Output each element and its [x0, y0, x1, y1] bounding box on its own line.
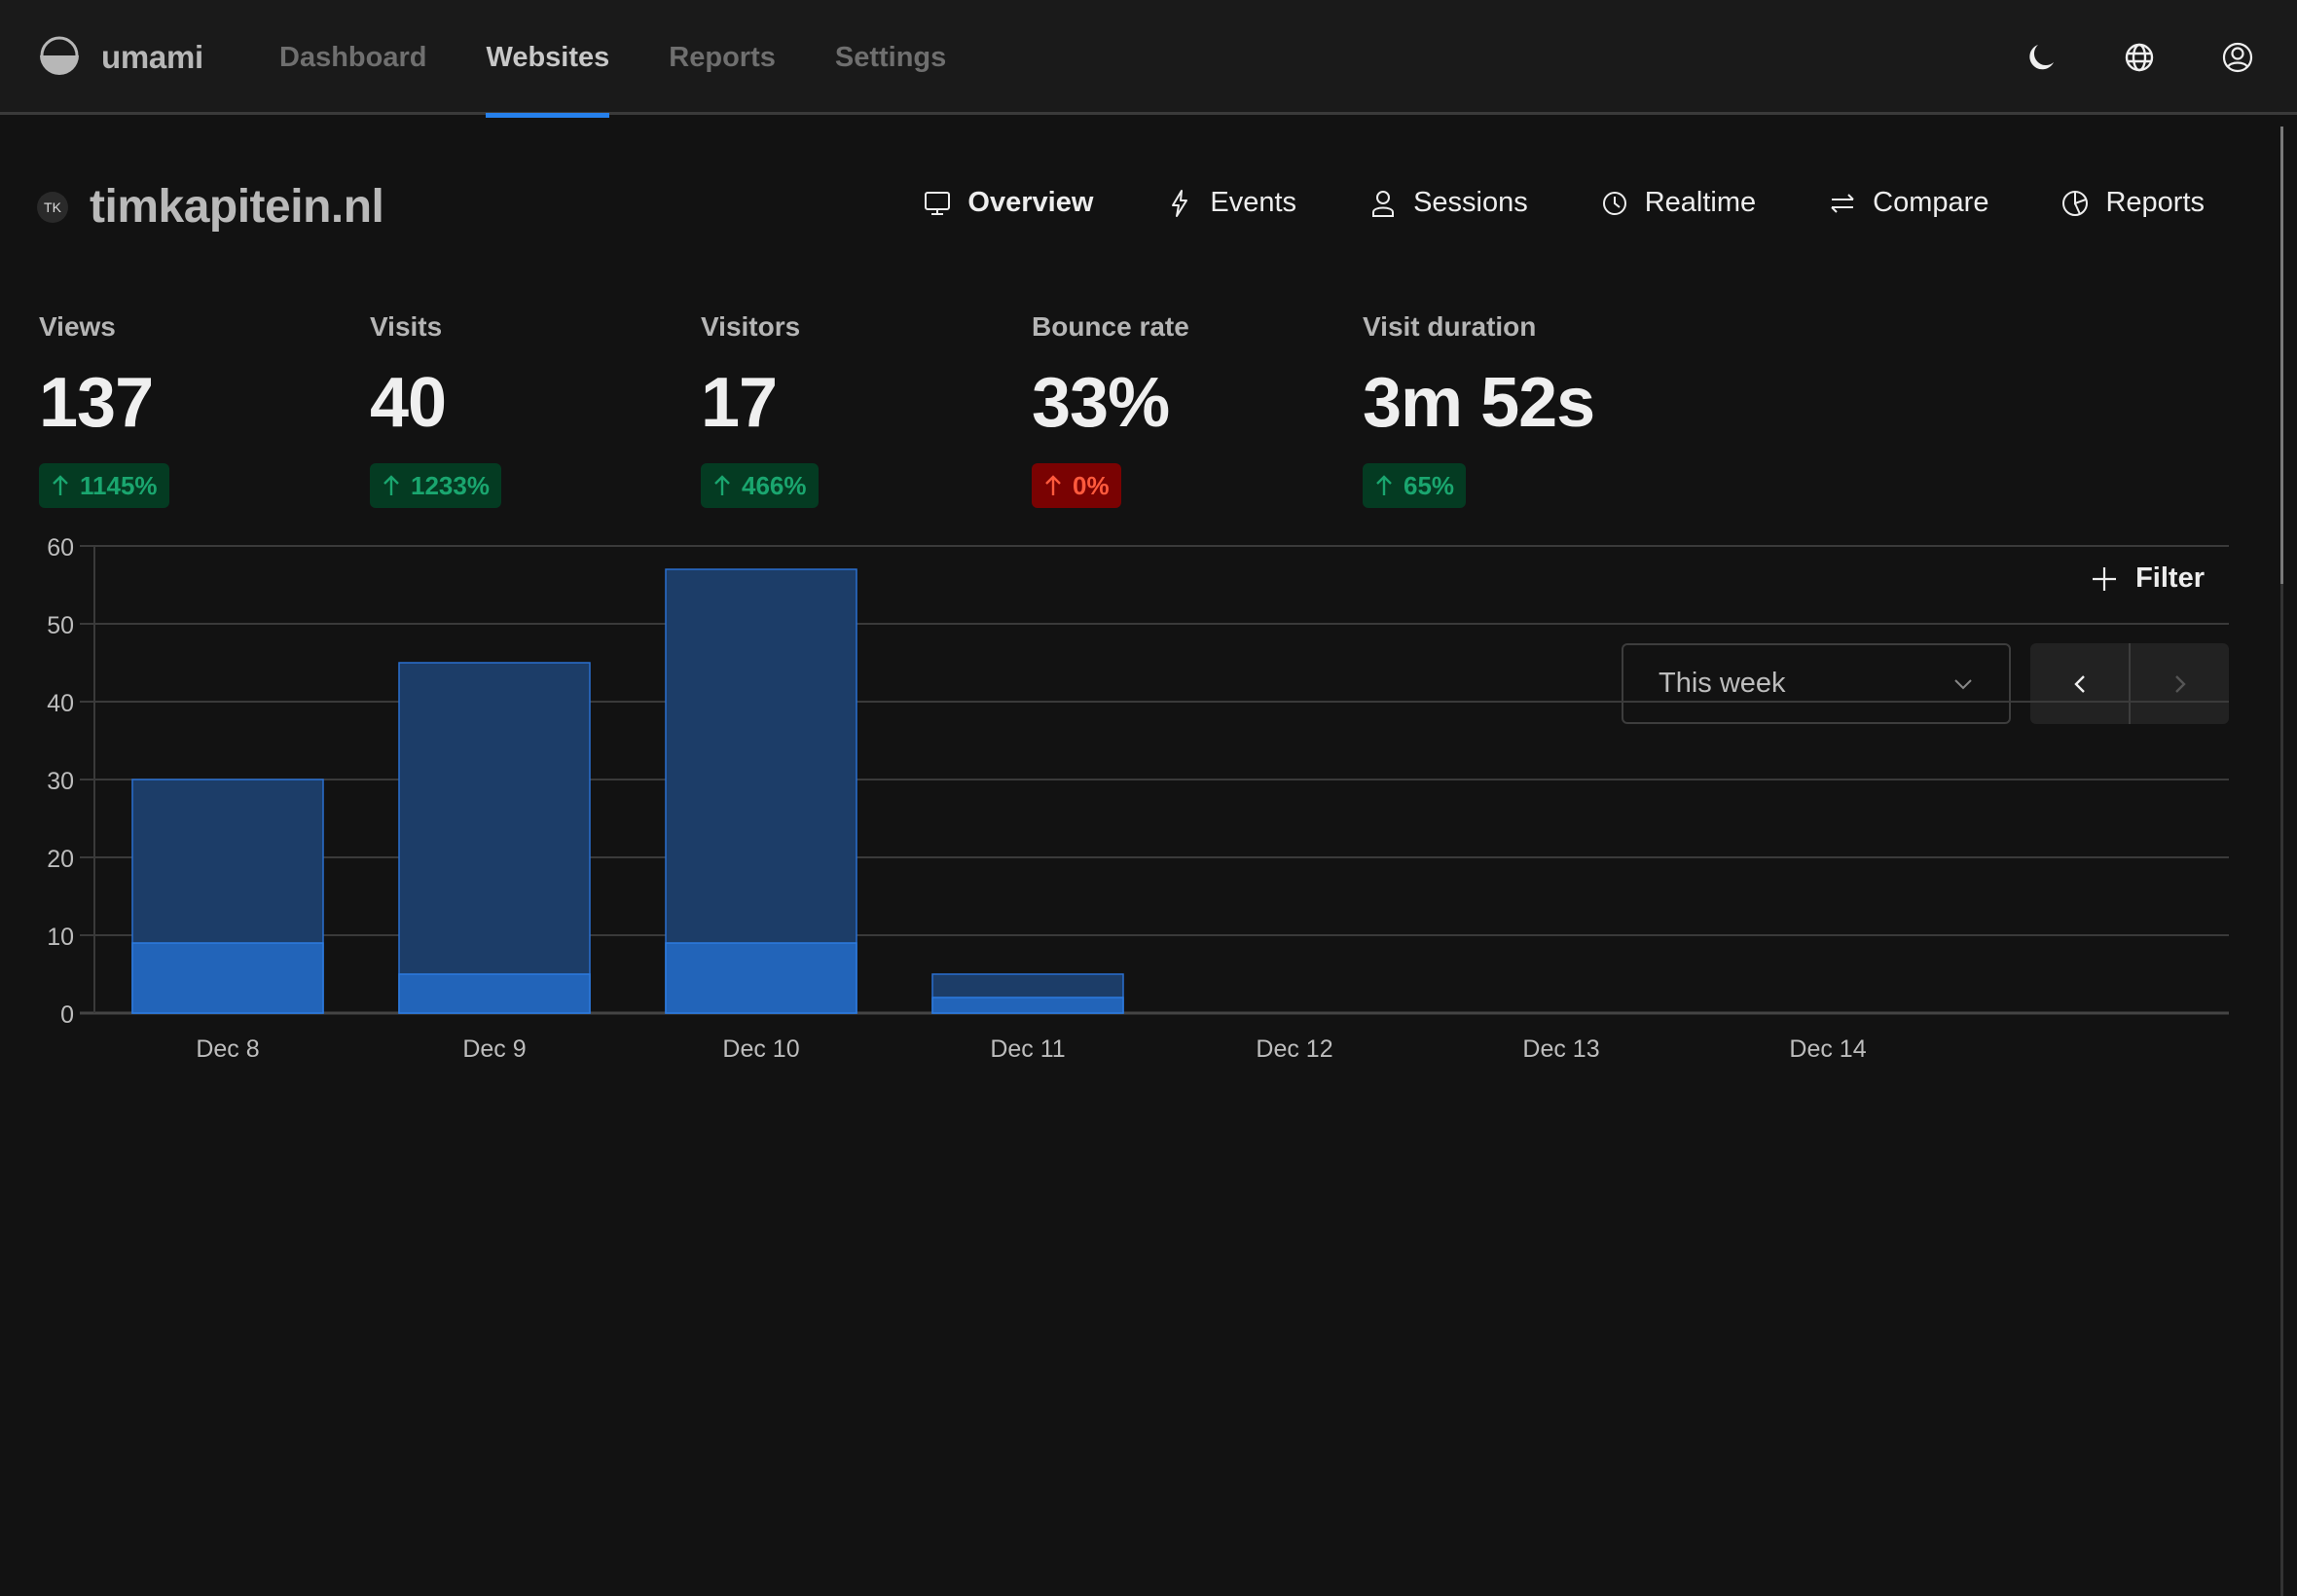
x-tick-label: Dec 10: [722, 1035, 799, 1063]
user-icon: [1372, 190, 1395, 217]
x-tick-label: Dec 14: [1789, 1035, 1866, 1063]
metric-value: 33%: [1032, 364, 1170, 442]
nav-websites[interactable]: Websites: [486, 0, 609, 118]
chart-bars: [131, 568, 1124, 1014]
metric-bounce-rate: Bounce rate 33% 0%: [1032, 311, 1363, 508]
metric-label: Views: [39, 311, 116, 342]
change-value: 466%: [742, 470, 807, 500]
arrow-up-icon: [383, 475, 399, 495]
website-name: timkapitein.nl: [90, 181, 384, 233]
bar-visitors: [398, 973, 591, 1014]
change-badge: 1145%: [39, 463, 169, 508]
arrow-up-icon: [1376, 475, 1392, 495]
app-name: umami: [101, 39, 203, 75]
header-actions: [2019, 35, 2297, 80]
tab-compare[interactable]: Compare: [1828, 187, 1988, 219]
tab-sessions[interactable]: Sessions: [1368, 187, 1528, 219]
language-button[interactable]: [2117, 35, 2162, 80]
pageviews-chart: 0102030405060 Dec 8 Dec 9 Dec 10 Dec 11 Dec …: [47, 534, 2229, 1063]
x-axis-ticks: Dec 8 Dec 9 Dec 10 Dec 11 Dec 12 Dec 13 Dec 14: [196, 1035, 1866, 1063]
metric-label: Visits: [370, 311, 443, 342]
change-value: 1145%: [80, 470, 158, 500]
y-tick-label: 20: [47, 846, 74, 873]
y-axis-ticks: 0 10 20 30 40 50 60: [47, 534, 74, 1029]
metric-label: Visit duration: [1363, 311, 1537, 342]
nav-reports[interactable]: Reports: [669, 0, 776, 115]
user-profile-icon: [2222, 42, 2253, 73]
monitor-icon: [925, 191, 951, 215]
nav-settings[interactable]: Settings: [835, 0, 946, 115]
tab-reports[interactable]: Reports: [2060, 187, 2205, 219]
tab-realtime[interactable]: Realtime: [1600, 187, 1756, 219]
umami-logo-icon: [40, 36, 79, 75]
y-tick-label: 0: [60, 1001, 74, 1029]
scrollbar-thumb[interactable]: [2280, 127, 2283, 584]
change-badge: 65%: [1363, 463, 1467, 508]
x-tick-label: Dec 9: [462, 1035, 526, 1063]
y-tick-label: 50: [47, 612, 74, 639]
y-tick-label: 60: [47, 534, 74, 562]
theme-toggle-button[interactable]: [2019, 35, 2063, 80]
pie-chart-icon: [2062, 190, 2089, 216]
tab-reports-label: Reports: [2105, 187, 2205, 218]
globe-icon: [2125, 43, 2154, 72]
metric-label: Bounce rate: [1032, 311, 1189, 342]
bar-visitors: [931, 997, 1124, 1014]
change-badge: 0%: [1032, 463, 1121, 508]
moon-icon: [2029, 45, 2054, 70]
website-tabs: Overview Events Sessions Realtime Compar…: [851, 187, 2205, 219]
clock-icon: [1602, 191, 1626, 215]
x-tick-label: Dec 8: [196, 1035, 259, 1063]
tab-overview[interactable]: Overview: [923, 187, 1093, 219]
bar-views: [398, 662, 591, 1014]
x-tick-label: Dec 11: [990, 1035, 1065, 1063]
tab-sessions-label: Sessions: [1413, 187, 1528, 218]
change-badge: 1233%: [370, 463, 501, 508]
profile-button[interactable]: [2215, 35, 2260, 80]
metric-value: 40: [370, 364, 447, 442]
change-value: 1233%: [411, 470, 490, 500]
y-tick-label: 30: [47, 768, 74, 795]
top-header: umami Dashboard Websites Reports Setting…: [0, 0, 2297, 118]
metric-visits: Visits 40 1233%: [370, 311, 701, 508]
metric-value: 137: [39, 364, 154, 442]
tab-overview-label: Overview: [967, 187, 1094, 218]
logo[interactable]: umami: [37, 35, 203, 80]
metric-visit-duration: Visit duration 3m 52s 65%: [1363, 311, 1694, 508]
metrics-bar: Views 137 1145% Visits 40 1233% Visitors…: [39, 311, 1694, 508]
metric-value: 3m 52s: [1363, 364, 1595, 442]
x-tick-label: Dec 12: [1256, 1035, 1332, 1063]
nav-dashboard[interactable]: Dashboard: [279, 0, 426, 115]
lightning-icon: [1172, 189, 1188, 217]
change-value: 0%: [1073, 470, 1110, 500]
arrow-up-icon: [714, 475, 730, 495]
metric-value: 17: [701, 364, 778, 442]
change-badge: 466%: [701, 463, 819, 508]
bar-visitors: [665, 942, 857, 1014]
website-header: TK timkapitein.nl: [37, 180, 384, 234]
x-tick-label: Dec 13: [1522, 1035, 1599, 1063]
website-avatar: TK: [37, 191, 68, 223]
arrows-swap-icon: [1831, 193, 1854, 213]
tab-compare-label: Compare: [1873, 187, 1989, 218]
tab-realtime-label: Realtime: [1644, 187, 1757, 218]
y-tick-label: 10: [47, 924, 74, 951]
arrow-up-icon: [1045, 475, 1061, 495]
metric-visitors: Visitors 17 466%: [701, 311, 1032, 508]
metric-views: Views 137 1145%: [39, 311, 370, 508]
tab-events[interactable]: Events: [1165, 187, 1296, 219]
metric-label: Visitors: [701, 311, 801, 342]
change-value: 65%: [1404, 470, 1455, 500]
bar-visitors: [131, 942, 324, 1014]
arrow-up-icon: [53, 475, 68, 495]
main-nav: Dashboard Websites Reports Settings: [279, 0, 1005, 118]
tab-events-label: Events: [1210, 187, 1297, 218]
y-tick-label: 40: [47, 690, 74, 717]
